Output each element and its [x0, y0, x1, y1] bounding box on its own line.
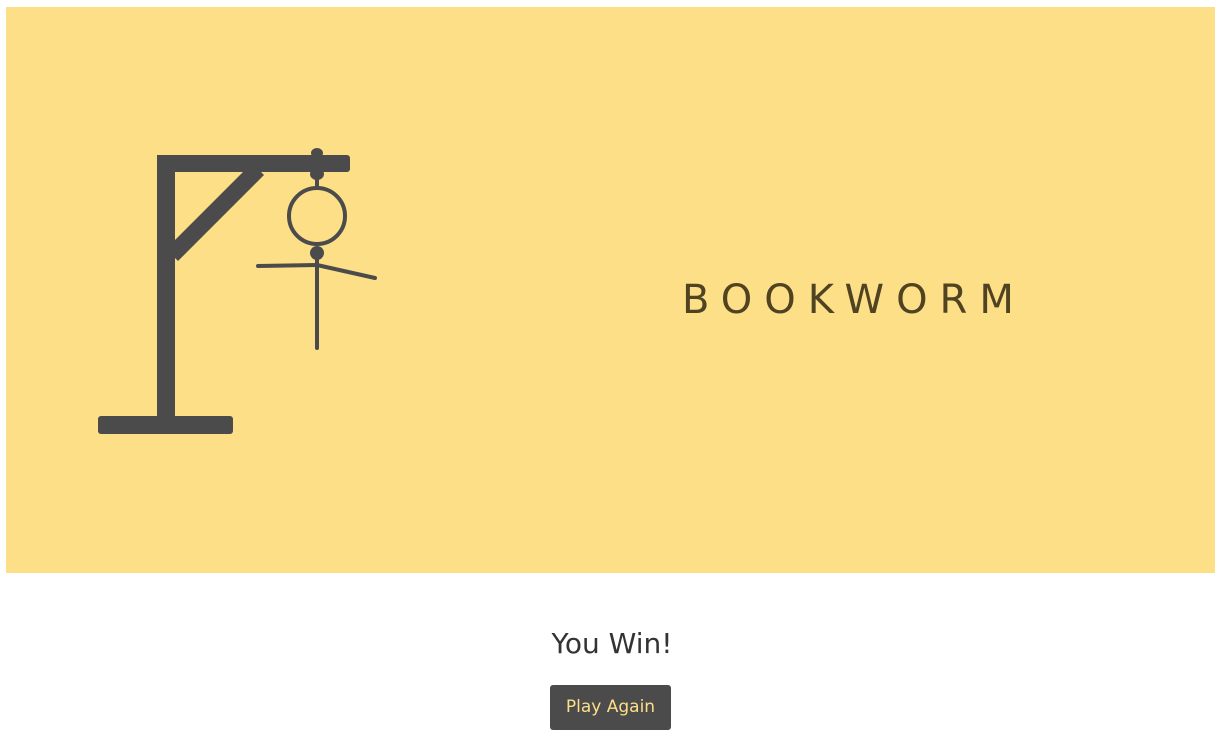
hangman-head: [287, 186, 347, 246]
gallows-brace: [165, 162, 265, 262]
result-message: You Win!: [551, 627, 673, 660]
hangman-left-arm: [256, 263, 319, 268]
gallows-icon: [98, 148, 377, 434]
guessed-word: BOOKWORM: [682, 277, 1026, 323]
hangman-right-arm: [315, 263, 377, 280]
play-again-button[interactable]: Play Again: [550, 685, 671, 730]
game-stage: BOOKWORM: [6, 7, 1215, 573]
gallows-post: [157, 155, 175, 419]
rope-knot-lower: [310, 168, 324, 180]
stick-figure-icon: [256, 155, 377, 350]
